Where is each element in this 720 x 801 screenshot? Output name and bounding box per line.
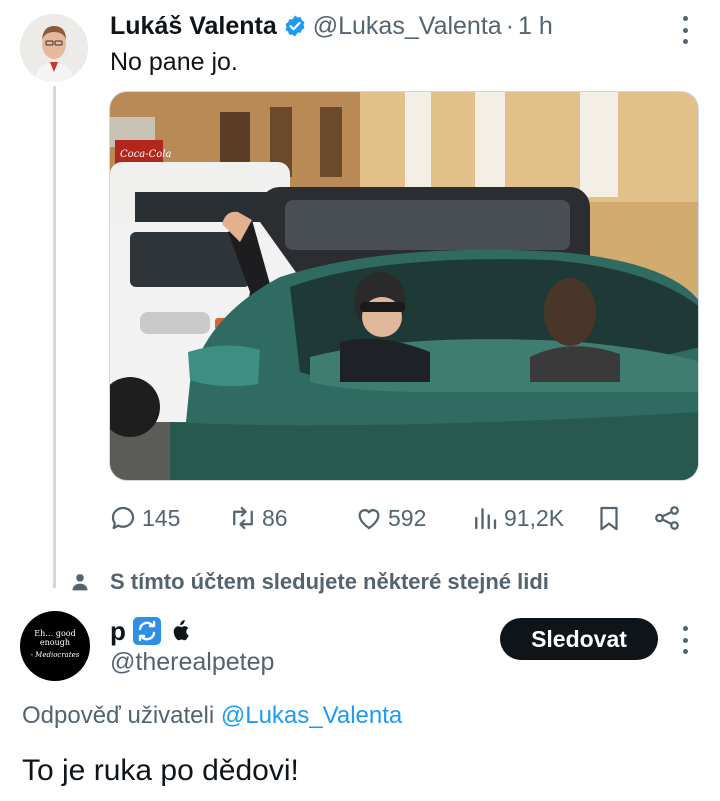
replying-to: Odpověď uživateli @Lukas_Valenta xyxy=(22,702,402,730)
social-context-text: S tímto účtem sledujete některé stejné l… xyxy=(110,569,549,594)
more-options-icon[interactable] xyxy=(680,16,690,44)
reply-author-avatar[interactable]: Eh… good enough - Mediocrates xyxy=(20,611,90,681)
reply-author-name[interactable]: p xyxy=(110,616,126,647)
social-context: S tímto účtem sledujete některé stejné l… xyxy=(70,566,549,598)
replying-to-handle-link[interactable]: @Lukas_Valenta xyxy=(221,702,402,729)
reply-count: 145 xyxy=(142,504,181,531)
avatar-text-bottom: - Mediocrates xyxy=(30,651,80,659)
apple-icon xyxy=(170,619,190,643)
reply-author-handle[interactable]: @therealpetep xyxy=(110,648,274,677)
author-name[interactable]: Lukáš Valenta xyxy=(110,12,277,41)
tweet-header: Lukáš Valenta @Lukas_Valenta · 1 h xyxy=(110,10,553,42)
retweet-icon xyxy=(233,506,253,530)
tweet-text: No pane jo. xyxy=(110,48,238,76)
views-count: 91,2K xyxy=(504,504,565,531)
follow-button[interactable]: Sledovat xyxy=(500,618,658,660)
image-watermark-text: Coca-Cola xyxy=(120,149,171,160)
reply-header: p xyxy=(110,614,190,648)
bookmark-button[interactable] xyxy=(594,498,628,538)
retweet-count: 86 xyxy=(262,504,288,531)
reply-button[interactable]: 145 xyxy=(108,498,180,538)
tweet-image[interactable]: Coca-Cola xyxy=(109,91,699,481)
author-avatar[interactable] xyxy=(20,14,88,82)
replying-to-prefix: Odpověď uživateli xyxy=(22,702,215,729)
like-button[interactable]: 592 xyxy=(354,498,426,538)
verified-badge-icon xyxy=(283,14,307,38)
retweet-button[interactable]: 86 xyxy=(228,498,288,538)
author-handle[interactable]: @Lukas_Valenta xyxy=(313,12,502,41)
more-options-icon[interactable] xyxy=(680,626,690,654)
heart-icon xyxy=(358,509,380,530)
share-icon xyxy=(655,506,679,530)
tweet-timestamp[interactable]: 1 h xyxy=(518,12,553,41)
author-avatar-image xyxy=(20,14,88,82)
share-button[interactable] xyxy=(652,498,686,538)
bookmark-icon xyxy=(600,506,618,531)
reply-icon xyxy=(111,506,135,530)
repeat-emoji-icon xyxy=(132,616,162,646)
views-button[interactable]: 91,2K xyxy=(470,498,564,538)
separator-dot: · xyxy=(505,11,515,40)
thread-line xyxy=(53,86,56,588)
reply-text: To je ruka po dědovi! xyxy=(22,754,299,787)
views-icon xyxy=(475,508,497,530)
avatar-text-top: Eh… good enough xyxy=(34,629,76,647)
like-count: 592 xyxy=(388,504,427,531)
tweet-actions-bar: 145 86 592 91,2K xyxy=(108,498,700,538)
person-icon xyxy=(72,574,88,591)
